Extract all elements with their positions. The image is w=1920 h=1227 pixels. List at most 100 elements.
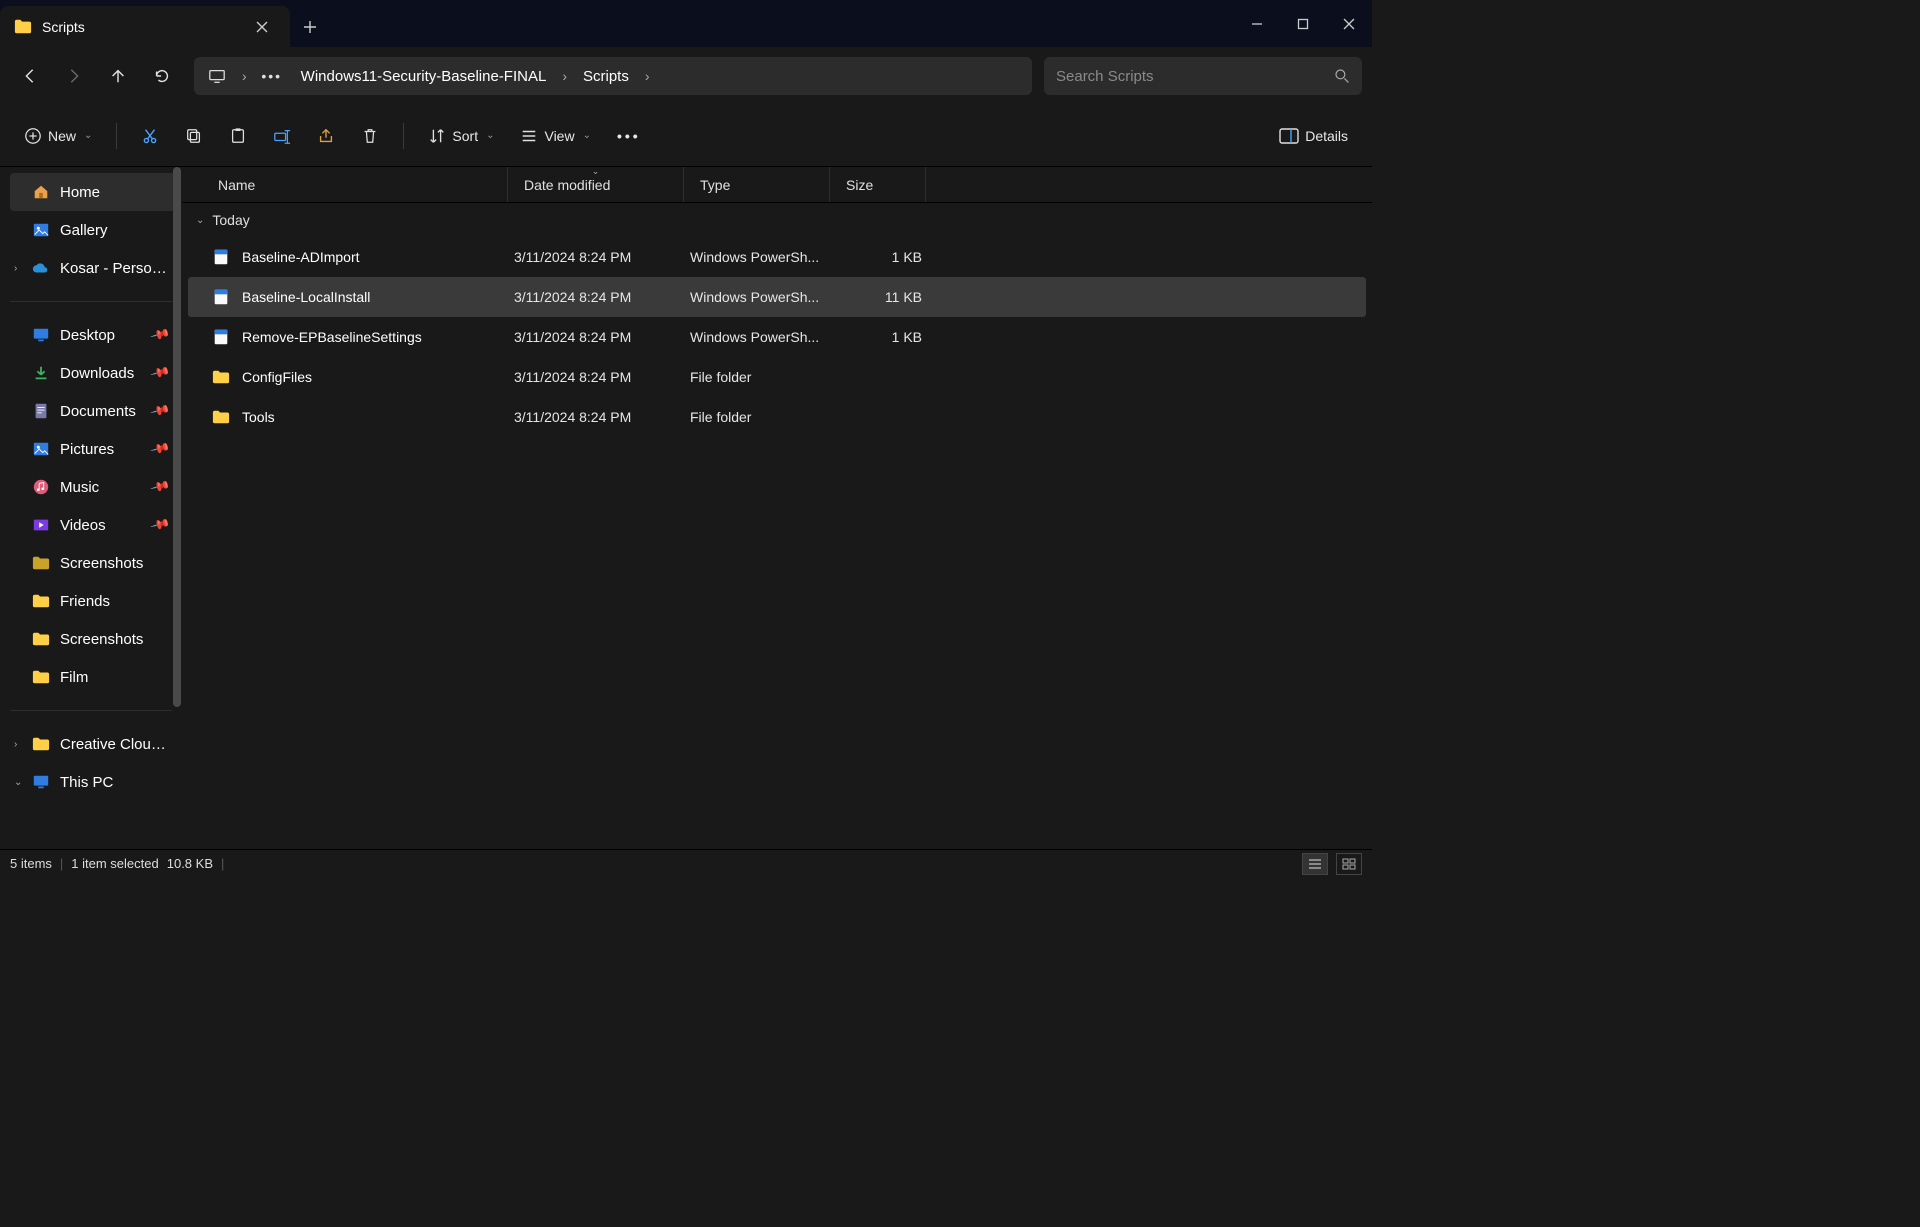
file-name: Remove-EPBaselineSettings [242,329,422,345]
breadcrumb-overflow-button[interactable]: ••• [255,59,289,93]
minimize-button[interactable] [1234,0,1280,47]
view-button[interactable]: View ⌄ [510,117,600,155]
pin-icon: 📌 [149,400,171,422]
nav-music[interactable]: Music📌 [10,468,176,506]
nav-screenshots[interactable]: Screenshots [10,544,176,582]
new-button[interactable]: New⌄ [14,117,102,155]
file-date: 3/11/2024 8:24 PM [514,369,690,385]
file-type: Windows PowerSh... [690,329,836,345]
chevron-right-icon[interactable]: › [558,68,571,84]
column-header-name[interactable]: Name [182,167,508,202]
nav-downloads[interactable]: Downloads📌 [10,354,176,392]
paste-button[interactable] [219,117,257,155]
address-bar: › ••• Windows11-Security-Baseline-FINAL … [0,47,1372,105]
rename-button[interactable] [263,117,301,155]
file-type: Windows PowerSh... [690,249,836,265]
details-view-toggle[interactable] [1302,853,1328,875]
breadcrumb-seg-parent[interactable]: Windows11-Security-Baseline-FINAL [293,59,555,93]
pc-icon [32,773,50,791]
chevron-right-icon[interactable]: › [641,68,654,84]
file-name: Tools [242,409,275,425]
search-box[interactable] [1044,57,1362,95]
file-type: Windows PowerSh... [690,289,836,305]
up-button[interactable] [98,56,138,96]
view-button-label: View [544,128,574,144]
nav-label: Friends [60,593,168,610]
chevron-down-icon: ⌄ [486,130,494,141]
chevron-down-icon: ⌄ [84,130,92,141]
column-header-size[interactable]: Size [830,167,926,202]
nav-label: Pictures [60,441,142,458]
chevron-down-icon: ⌄ [583,130,591,141]
nav-label: Gallery [60,222,168,239]
file-row[interactable]: Tools 3/11/2024 8:24 PMFile folder [188,397,1366,437]
nav-home[interactable]: Home [10,173,176,211]
chevron-right-icon[interactable]: › [14,263,17,274]
nav-pictures[interactable]: Pictures📌 [10,430,176,468]
forward-button[interactable] [54,56,94,96]
nav-onedrive[interactable]: › Kosar - Personal [10,249,176,287]
details-pane-button[interactable]: Details [1269,117,1358,155]
nav-screenshots2[interactable]: Screenshots [10,620,176,658]
status-bar: 5 items | 1 item selected 10.8 KB | [0,849,1372,877]
group-header-today[interactable]: ⌄ Today [182,203,1372,237]
refresh-button[interactable] [142,56,182,96]
nav-creative-cloud[interactable]: › Creative Cloud F [10,725,176,763]
details-pane-label: Details [1305,128,1348,144]
desktop-icon [32,326,50,344]
maximize-button[interactable] [1280,0,1326,47]
thumbnails-view-toggle[interactable] [1336,853,1362,875]
file-type: File folder [690,409,836,425]
close-window-button[interactable] [1326,0,1372,47]
breadcrumb-bar[interactable]: › ••• Windows11-Security-Baseline-FINAL … [194,57,1032,95]
breadcrumb-seg-current[interactable]: Scripts [575,59,637,93]
nav-this-pc[interactable]: ⌄ This PC [10,763,176,801]
pictures-icon [32,440,50,458]
sort-button-label: Sort [452,128,478,144]
file-date: 3/11/2024 8:24 PM [514,249,690,265]
nav-label: Downloads [60,365,142,382]
tab-close-button[interactable] [248,13,276,41]
column-header-date[interactable]: ⌄Date modified [508,167,684,202]
column-header-type[interactable]: Type [684,167,830,202]
nav-videos[interactable]: Videos📌 [10,506,176,544]
pc-icon[interactable] [200,59,234,93]
nav-film[interactable]: Film [10,658,176,696]
chevron-down-icon: ⌄ [196,215,204,226]
sidebar-scrollbar[interactable] [172,167,182,849]
pin-icon: 📌 [149,324,171,346]
file-row[interactable]: Baseline-LocalInstall3/11/2024 8:24 PMWi… [188,277,1366,317]
copy-button[interactable] [175,117,213,155]
status-item-count: 5 items [10,856,52,871]
nav-label: Documents [60,403,142,420]
cut-button[interactable] [131,117,169,155]
new-tab-button[interactable] [290,6,330,47]
chevron-right-icon[interactable]: › [238,68,251,84]
nav-gallery[interactable]: Gallery [10,211,176,249]
file-size: 1 KB [836,329,922,345]
music-icon [32,478,50,496]
file-row[interactable]: Baseline-ADImport 3/11/2024 8:24 PMWindow… [188,237,1366,277]
powershell-file-icon [212,288,230,306]
more-button[interactable]: ••• [607,117,651,155]
file-row[interactable]: Remove-EPBaselineSettings3/11/2024 8:24 … [188,317,1366,357]
chevron-down-icon[interactable]: ⌄ [14,777,22,788]
tab-scripts[interactable]: Scripts [0,6,290,47]
sort-button[interactable]: Sort ⌄ [418,117,504,155]
navigation-pane: Home Gallery › Kosar - Personal Desktop📌… [0,167,182,849]
nav-friends[interactable]: Friends [10,582,176,620]
nav-desktop[interactable]: Desktop📌 [10,316,176,354]
search-input[interactable] [1056,68,1326,85]
nav-label: Film [60,669,168,686]
status-selected-size: 10.8 KB [167,856,213,871]
share-button[interactable] [307,117,345,155]
nav-documents[interactable]: Documents 📌 [10,392,176,430]
search-icon [1334,68,1350,84]
file-row[interactable]: ConfigFiles3/11/2024 8:24 PMFile folder [188,357,1366,397]
back-button[interactable] [10,56,50,96]
powershell-file-icon [212,248,230,266]
file-name: Baseline-ADImport [242,249,360,265]
file-date: 3/11/2024 8:24 PM [514,409,690,425]
delete-button[interactable] [351,117,389,155]
chevron-right-icon[interactable]: › [14,739,17,750]
